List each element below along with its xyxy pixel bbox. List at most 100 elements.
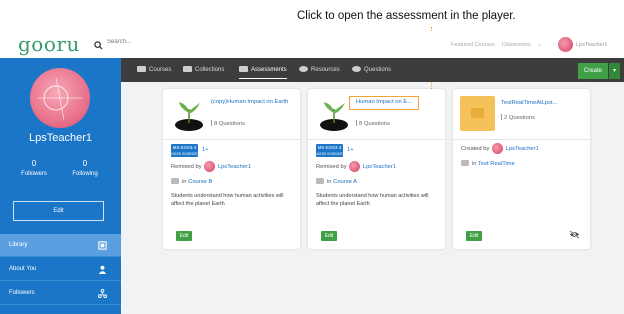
create-button[interactable]: Create: [578, 63, 608, 79]
instruction-callout: Click to open the assessment in the play…: [0, 0, 624, 31]
course-info: in Test RealTime: [461, 160, 515, 167]
remix-info: Remixed by LpsTeacher1: [316, 161, 396, 172]
classrooms-menu[interactable]: Classrooms ⌄: [502, 42, 547, 48]
create-dropdown-toggle[interactable]: ▾: [609, 63, 620, 79]
collections-icon: [183, 66, 192, 72]
standards-more[interactable]: 1+: [202, 147, 209, 153]
highlight-box: [349, 96, 419, 110]
author-avatar[interactable]: [491, 143, 503, 154]
tab-collections[interactable]: Collections: [183, 58, 224, 82]
gooru-logo[interactable]: gooru: [18, 32, 80, 56]
chevron-down-icon: ⌄: [537, 42, 542, 48]
following-label: Following: [72, 171, 98, 177]
tab-questions[interactable]: Questions: [352, 58, 391, 82]
tab-assessments[interactable]: Assessments: [239, 58, 287, 82]
in-label: in: [472, 161, 477, 167]
course-info: in Course B: [171, 178, 212, 185]
search-icon[interactable]: [94, 41, 103, 50]
standard-badge[interactable]: MS-ESS3-3 NGSS SCIENCE: [171, 144, 198, 157]
sidebar-item-label: Library: [9, 242, 28, 248]
edit-button[interactable]: Edit: [321, 231, 337, 241]
assessment-card[interactable]: (copy)Human Impact on Earth 8 Questions …: [163, 89, 300, 249]
assessment-thumbnail[interactable]: [460, 96, 495, 131]
author-avatar[interactable]: [204, 161, 216, 172]
header-nav: Featured Courses Classrooms ⌄: [451, 42, 552, 48]
plant-thumbnail-icon[interactable]: [171, 95, 207, 133]
user-avatar[interactable]: [558, 37, 573, 52]
creator-info: Created by LpsTeacher1: [461, 143, 539, 154]
in-label: in: [182, 179, 187, 185]
remixed-by-label: Remixed by: [171, 164, 202, 171]
followers-label: Followers: [21, 171, 47, 177]
edit-button[interactable]: Edit: [176, 231, 192, 241]
standard-sub: NGSS SCIENCE: [171, 152, 198, 156]
profile-name: LpsTeacher1: [29, 132, 92, 144]
tab-label: Assessments: [251, 67, 287, 73]
sidebar-item-library[interactable]: Library: [0, 234, 121, 257]
content-tabbar: Courses Collections Assessments Resource…: [121, 58, 624, 82]
chevron-down-icon: ▾: [612, 68, 616, 74]
edit-profile-button[interactable]: Edit: [13, 201, 104, 221]
course-icon: [316, 178, 324, 184]
followers-count: 0: [31, 159, 37, 168]
card-divider: [163, 139, 300, 140]
top-header: gooru Featured Courses Classrooms ⌄ LpsT…: [0, 31, 624, 58]
followers-stat[interactable]: 0 Followers: [9, 159, 59, 177]
sidebar-item-followers[interactable]: Followers: [0, 282, 121, 305]
tab-label: Resources: [311, 67, 340, 73]
standards-more[interactable]: 1+: [347, 147, 354, 153]
standard-code: MS-ESS3-3: [172, 145, 197, 150]
assessments-icon: [239, 66, 248, 72]
assessment-description: Students understand how human activities…: [171, 193, 284, 207]
assessment-title[interactable]: (copy)Human Impact on Earth: [211, 99, 291, 107]
featured-courses-link[interactable]: Featured Courses: [451, 42, 495, 48]
standard-badge[interactable]: MS-ESS3-3 NGSS SCIENCE: [316, 144, 343, 157]
tab-resources[interactable]: Resources: [299, 58, 340, 82]
assessment-title[interactable]: TestRealTimeAtLpst...: [501, 100, 581, 108]
tab-label: Collections: [195, 67, 225, 73]
card-divider: [453, 139, 590, 140]
assessment-card[interactable]: TestRealTimeAtLpst... 2 Questions Create…: [453, 89, 590, 249]
question-count: 8 Questions: [211, 120, 245, 127]
search-input[interactable]: [107, 39, 227, 45]
tab-label: Questions: [364, 67, 392, 73]
callout-text: Click to open the assessment in the play…: [297, 10, 516, 22]
network-icon: [98, 289, 107, 298]
sidebar-item-label: About You: [9, 266, 37, 272]
author-avatar[interactable]: [349, 161, 361, 172]
profile-avatar: [30, 68, 90, 128]
edit-button[interactable]: Edit: [466, 231, 482, 241]
question-count: 8 Questions: [356, 120, 390, 127]
assessment-description: Students understand how human activities…: [316, 193, 429, 207]
questions-icon: [352, 66, 361, 72]
remix-info: Remixed by LpsTeacher1: [171, 161, 251, 172]
user-icon: [98, 265, 107, 274]
course-link[interactable]: Course A: [333, 179, 357, 185]
header-username[interactable]: LpsTeacher1: [576, 42, 608, 48]
standard-sub: NGSS SCIENCE: [316, 152, 343, 156]
sidebar-item-label: Followers: [9, 290, 35, 296]
card-divider: [308, 139, 445, 140]
classrooms-label: Classrooms: [501, 42, 531, 48]
profile-sidebar: LpsTeacher1 0 Followers 0 Following Edit…: [0, 58, 121, 314]
question-count: 2 Questions: [501, 114, 535, 121]
author-name[interactable]: LpsTeacher1: [218, 164, 251, 170]
tab-courses[interactable]: Courses: [137, 58, 171, 82]
tab-label: Courses: [149, 67, 172, 73]
in-label: in: [327, 179, 332, 185]
courses-icon: [137, 66, 146, 72]
following-stat[interactable]: 0 Following: [60, 159, 110, 177]
eye-off-icon[interactable]: [569, 230, 580, 239]
author-name[interactable]: LpsTeacher1: [506, 146, 539, 152]
plant-thumbnail-icon[interactable]: [316, 95, 352, 133]
course-link[interactable]: Test RealTime: [478, 161, 515, 167]
resources-icon: [299, 66, 308, 72]
sidebar-item-about-you[interactable]: About You: [0, 258, 121, 281]
course-icon: [461, 160, 469, 166]
course-link[interactable]: Course B: [188, 179, 212, 185]
avatar-graphic-icon: [38, 77, 82, 121]
author-name[interactable]: LpsTeacher1: [363, 164, 396, 170]
library-icon: [98, 241, 107, 250]
assessment-card[interactable]: Human Impact on E... 8 Questions MS-ESS3…: [308, 89, 445, 249]
following-count: 0: [82, 159, 88, 168]
